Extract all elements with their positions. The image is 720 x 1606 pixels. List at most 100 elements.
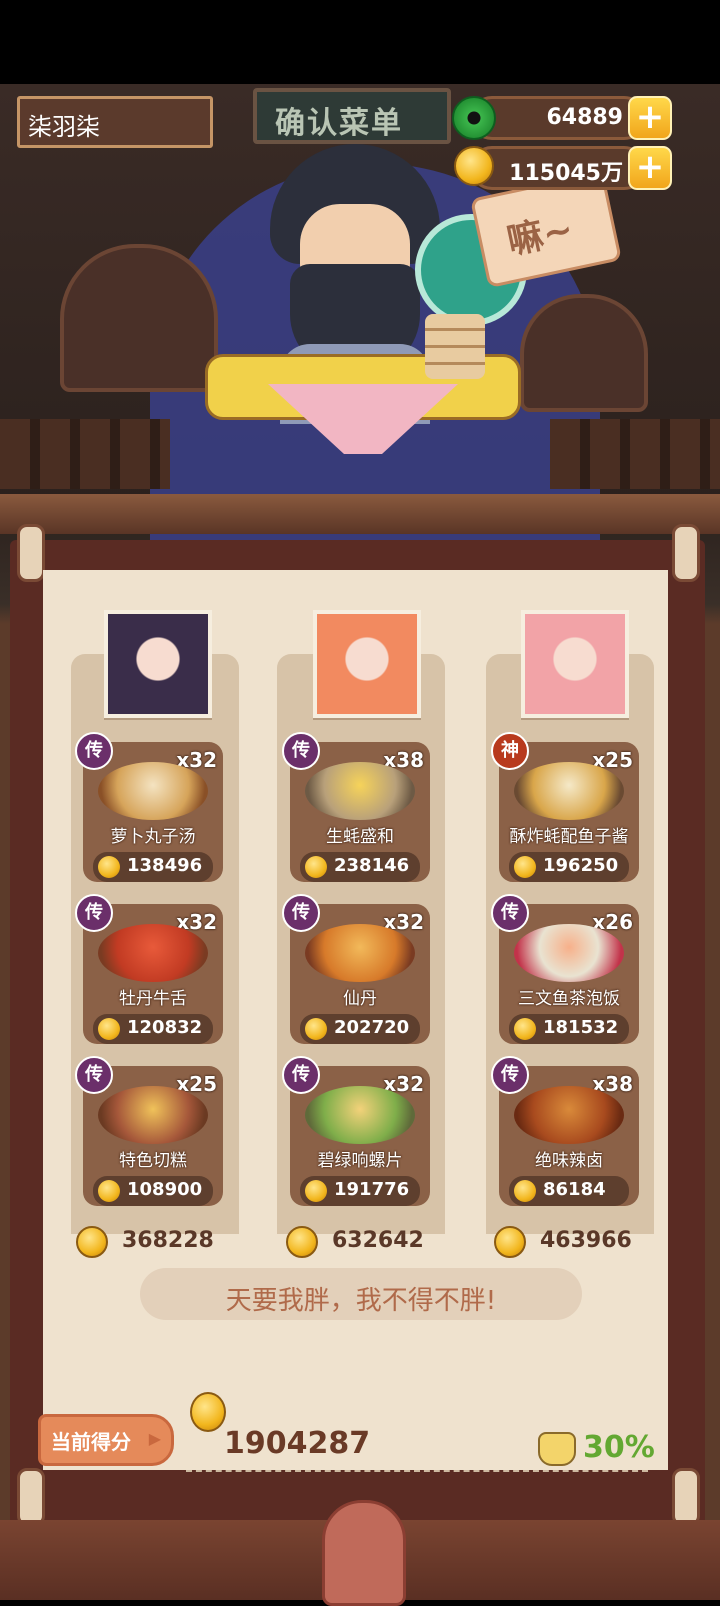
current-score-label: 当前得分 — [51, 1430, 131, 1454]
dish-image — [98, 1086, 208, 1144]
guest-portrait-1[interactable] — [104, 610, 212, 718]
dish-image — [98, 762, 208, 820]
dish-card[interactable]: 神 x25 酥炸蚝配鱼子酱 196250 — [491, 732, 639, 882]
dish-image — [98, 924, 208, 982]
right-fan — [520, 294, 648, 412]
rarity-badge: 传 — [75, 894, 113, 932]
dish-card[interactable]: 传 x25 特色切糕 108900 — [75, 1056, 223, 1206]
dish-score: 108900 — [127, 1179, 203, 1200]
coin-icon — [454, 146, 494, 186]
play-arrow-icon: ▶ — [148, 1429, 161, 1448]
jade-icon — [452, 96, 496, 140]
dish-card[interactable]: 传 x26 三文鱼茶泡饭 181532 — [491, 894, 639, 1044]
coin-icon — [286, 1226, 318, 1258]
dish-name: 仙丹 — [343, 989, 377, 1009]
dish-name: 绝味辣卤 — [535, 1151, 603, 1171]
dish-card[interactable]: 传 x38 绝味辣卤 86184 — [491, 1056, 639, 1206]
add-jade-button[interactable]: + — [628, 96, 672, 140]
dish-card[interactable]: 传 x32 仙丹 202720 — [282, 894, 430, 1044]
dish-image — [514, 1086, 624, 1144]
dish-score-row: 191776 — [300, 1176, 420, 1206]
dish-name: 牡丹牛舌 — [119, 989, 187, 1009]
coin-icon — [98, 856, 120, 878]
column-total-1: 368228 — [122, 1228, 214, 1253]
coin-icon — [76, 1226, 108, 1258]
dish-card[interactable]: 传 x32 萝卜丸子汤 138496 — [75, 732, 223, 882]
dish-name: 萝卜丸子汤 — [110, 827, 196, 847]
dish-name: 三文鱼茶泡饭 — [518, 989, 620, 1009]
dish-name: 生蚝盛和 — [326, 827, 394, 847]
coin-icon — [514, 856, 536, 878]
dish-image — [514, 924, 624, 982]
dish-score: 181532 — [543, 1017, 619, 1038]
guest-portrait-2[interactable] — [313, 610, 421, 718]
dish-score-row: 86184 — [509, 1176, 629, 1206]
coin-icon — [514, 1018, 536, 1040]
coin-icon — [98, 1180, 120, 1202]
guest-comment-bubble: 天要我胖，我不得不胖! — [140, 1268, 582, 1320]
coin-icon — [190, 1392, 226, 1432]
banner-title: 确认菜单 — [275, 106, 403, 141]
dish-name: 特色切糕 — [119, 1151, 187, 1171]
score-divider — [186, 1470, 648, 1472]
add-coin-button[interactable]: + — [628, 146, 672, 190]
dish-score-row: 202720 — [300, 1014, 420, 1044]
jade-currency-bar: 64889 — [470, 96, 646, 140]
left-fan — [60, 244, 218, 392]
dish-image — [305, 1086, 415, 1144]
coin-icon — [305, 1018, 327, 1040]
scroll-left-knob — [17, 524, 45, 582]
guest-comment: 天要我胖，我不得不胖! — [225, 1286, 497, 1316]
dish-score-row: 138496 — [93, 852, 213, 882]
rarity-badge: 神 — [491, 732, 529, 770]
coin-icon — [98, 1018, 120, 1040]
scroll-bottom-left-knob — [17, 1468, 45, 1526]
dish-score-row: 196250 — [509, 852, 629, 882]
jade-amount: 64889 — [546, 105, 623, 130]
dish-name: 碧绿响螺片 — [317, 1151, 403, 1171]
column-total-2: 632642 — [332, 1228, 424, 1253]
dish-score: 191776 — [334, 1179, 410, 1200]
coin-icon — [305, 1180, 327, 1202]
scroll-right-knob — [672, 524, 700, 582]
dish-card[interactable]: 传 x32 牡丹牛舌 120832 — [75, 894, 223, 1044]
coin-icon — [494, 1226, 526, 1258]
dish-score: 86184 — [543, 1179, 606, 1200]
dish-name: 酥炸蚝配鱼子酱 — [509, 827, 629, 847]
guest-portrait-3[interactable] — [521, 610, 629, 718]
dish-score-row: 120832 — [93, 1014, 213, 1044]
dish-score: 120832 — [127, 1017, 203, 1038]
column-total-3: 463966 — [540, 1228, 632, 1253]
rarity-badge: 传 — [75, 732, 113, 770]
scroll-top-rail — [0, 494, 720, 534]
dish-image — [305, 924, 415, 982]
dish-score: 202720 — [334, 1017, 410, 1038]
coin-icon — [514, 1180, 536, 1202]
dish-score-row: 238146 — [300, 852, 420, 882]
rarity-badge: 传 — [491, 1056, 529, 1094]
dish-score-row: 108900 — [93, 1176, 213, 1206]
rarity-badge: 传 — [282, 894, 320, 932]
plate-stack — [425, 314, 485, 379]
dish-score: 196250 — [543, 855, 619, 876]
dish-score: 238146 — [334, 855, 410, 876]
right-fence — [550, 419, 720, 489]
dish-card[interactable]: 传 x32 碧绿响螺片 191776 — [282, 1056, 430, 1206]
bonus-bag-icon — [538, 1432, 576, 1466]
rarity-badge: 传 — [491, 894, 529, 932]
player-name: 柒羽柒 — [28, 113, 100, 141]
total-score: 1904287 — [224, 1426, 371, 1461]
dish-image — [305, 762, 415, 820]
dish-image — [514, 762, 624, 820]
coin-icon — [305, 856, 327, 878]
player-name-box[interactable]: 柒羽柒 — [17, 96, 213, 148]
left-fence — [0, 419, 170, 489]
coin-amount: 115045万 — [509, 161, 623, 186]
coin-currency-bar: 115045万 — [470, 146, 646, 190]
dish-card[interactable]: 传 x38 生蚝盛和 238146 — [282, 732, 430, 882]
rarity-badge: 传 — [282, 1056, 320, 1094]
dish-score: 138496 — [127, 855, 203, 876]
current-score-label-box: 当前得分 ▶ — [38, 1414, 174, 1466]
dish-score-row: 181532 — [509, 1014, 629, 1044]
scroll-bottom-right-knob — [672, 1468, 700, 1526]
